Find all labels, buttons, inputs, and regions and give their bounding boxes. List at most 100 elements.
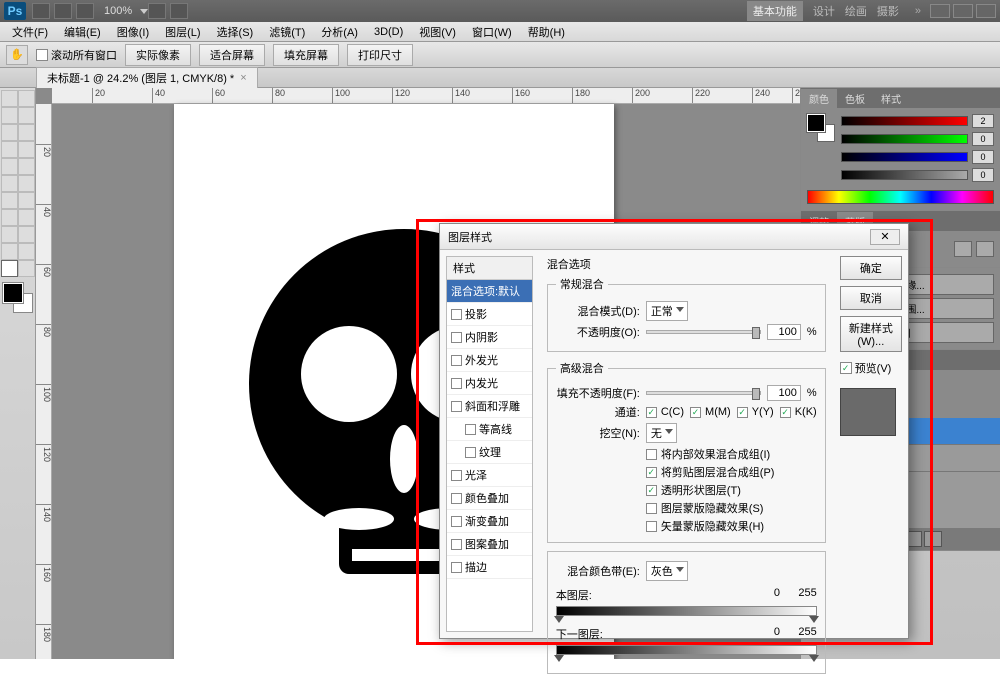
color-swatch[interactable] [807,114,835,142]
fill-opacity-input[interactable]: 100 [767,385,801,401]
style-pattern-overlay[interactable]: 图案叠加 [447,533,532,556]
vector-mask-icon[interactable] [976,241,994,257]
3d-tool[interactable] [1,243,18,260]
fill-screen-button[interactable]: 填充屏幕 [273,44,339,66]
gradient-tool[interactable] [18,175,35,192]
style-drop-shadow[interactable]: 投影 [447,303,532,326]
spectrum-bar[interactable] [807,190,994,204]
style-stroke[interactable]: 描边 [447,556,532,579]
tab-swatches[interactable]: 色板 [837,89,873,108]
arrange-icon[interactable] [148,3,166,19]
menu-layer[interactable]: 图层(L) [157,22,208,42]
slider-m[interactable] [841,134,968,144]
workspace-paint[interactable]: 绘画 [845,3,867,19]
blend-mode-select[interactable]: 正常 [646,301,688,321]
minimize-button[interactable] [930,4,950,18]
pixel-mask-icon[interactable] [954,241,972,257]
style-satin[interactable]: 光泽 [447,464,532,487]
style-blend-options[interactable]: 混合选项:默认 [447,280,532,303]
menu-help[interactable]: 帮助(H) [520,22,573,42]
actual-pixels-button[interactable]: 实际像素 [125,44,191,66]
screenmode-icon[interactable] [170,3,188,19]
channel-c-checkbox[interactable] [646,407,657,418]
workspace-design[interactable]: 设计 [813,3,835,19]
adv-opt2-checkbox[interactable] [646,467,657,478]
style-gradient-overlay[interactable]: 渐变叠加 [447,510,532,533]
preview-checkbox[interactable]: ✓预览(V) [840,360,902,376]
trash-icon[interactable] [924,531,942,547]
current-tool-icon[interactable]: ✋ [6,45,28,65]
slider-y[interactable] [841,152,968,162]
lasso-tool[interactable] [1,107,18,124]
menu-select[interactable]: 选择(S) [209,22,262,42]
mini-bridge-icon[interactable] [54,3,72,19]
bridge-icon[interactable] [32,3,50,19]
close-tab-icon[interactable]: × [240,72,246,84]
document-tab[interactable]: 未标题-1 @ 24.2% (图层 1, CMYK/8) * × [36,67,258,88]
blur-tool[interactable] [1,192,18,209]
style-outer-glow[interactable]: 外发光 [447,349,532,372]
menu-window[interactable]: 窗口(W) [464,22,520,42]
adv-opt3-checkbox[interactable] [646,485,657,496]
channel-k-checkbox[interactable] [780,407,791,418]
channel-m-checkbox[interactable] [690,407,701,418]
fill-opacity-slider[interactable] [646,391,761,395]
marquee-tool[interactable] [18,90,35,107]
opacity-slider[interactable] [646,330,761,334]
menu-edit[interactable]: 编辑(E) [56,22,109,42]
this-layer-gradient[interactable] [556,606,817,616]
slider-k[interactable] [841,170,968,180]
slider-c[interactable] [841,116,968,126]
value-m[interactable]: 0 [972,132,994,146]
dialog-titlebar[interactable]: 图层样式 ✕ [440,224,908,250]
value-k[interactable]: 0 [972,168,994,182]
zoom-level[interactable]: 100% [104,5,132,17]
style-inner-shadow[interactable]: 内阴影 [447,326,532,349]
print-size-button[interactable]: 打印尺寸 [347,44,413,66]
style-bevel[interactable]: 斜面和浮雕 [447,395,532,418]
eyedropper-tool[interactable] [18,124,35,141]
cancel-button[interactable]: 取消 [840,286,902,310]
eraser-tool[interactable] [1,175,18,192]
adv-opt4-checkbox[interactable] [646,503,657,514]
wand-tool[interactable] [18,107,35,124]
stamp-tool[interactable] [1,158,18,175]
view-extras-icon[interactable] [76,3,94,19]
pen-tool[interactable] [1,209,18,226]
knockout-select[interactable]: 无 [646,423,677,443]
zoom-tool[interactable] [18,260,35,277]
style-color-overlay[interactable]: 颜色叠加 [447,487,532,510]
value-y[interactable]: 0 [972,150,994,164]
workspace-photo[interactable]: 摄影 [877,3,899,19]
menu-analysis[interactable]: 分析(A) [313,22,366,42]
history-brush-tool[interactable] [18,158,35,175]
brush-tool[interactable] [18,141,35,158]
style-contour[interactable]: 等高线 [447,418,532,441]
move-tool[interactable] [1,90,18,107]
adv-opt1-checkbox[interactable] [646,449,657,460]
dialog-close-button[interactable]: ✕ [870,229,900,245]
scroll-all-checkbox[interactable]: 滚动所有窗口 [36,47,117,63]
style-texture[interactable]: 纹理 [447,441,532,464]
restore-button[interactable] [953,4,973,18]
heal-tool[interactable] [1,141,18,158]
hand-tool[interactable] [1,260,18,277]
menu-file[interactable]: 文件(F) [4,22,56,42]
menu-image[interactable]: 图像(I) [109,22,157,42]
workspace-more[interactable]: » [915,5,921,17]
fit-screen-button[interactable]: 适合屏幕 [199,44,265,66]
channel-y-checkbox[interactable] [737,407,748,418]
adv-opt5-checkbox[interactable] [646,521,657,532]
color-control[interactable] [3,283,33,313]
value-c[interactable]: 2 [972,114,994,128]
menu-filter[interactable]: 滤镜(T) [261,22,313,42]
3d-camera-tool[interactable] [18,243,35,260]
path-select-tool[interactable] [1,226,18,243]
opacity-input[interactable]: 100 [767,324,801,340]
type-tool[interactable] [18,209,35,226]
shape-tool[interactable] [18,226,35,243]
menu-view[interactable]: 视图(V) [411,22,464,42]
style-inner-glow[interactable]: 内发光 [447,372,532,395]
workspace-basic[interactable]: 基本功能 [747,1,803,21]
blend-if-select[interactable]: 灰色 [646,561,688,581]
